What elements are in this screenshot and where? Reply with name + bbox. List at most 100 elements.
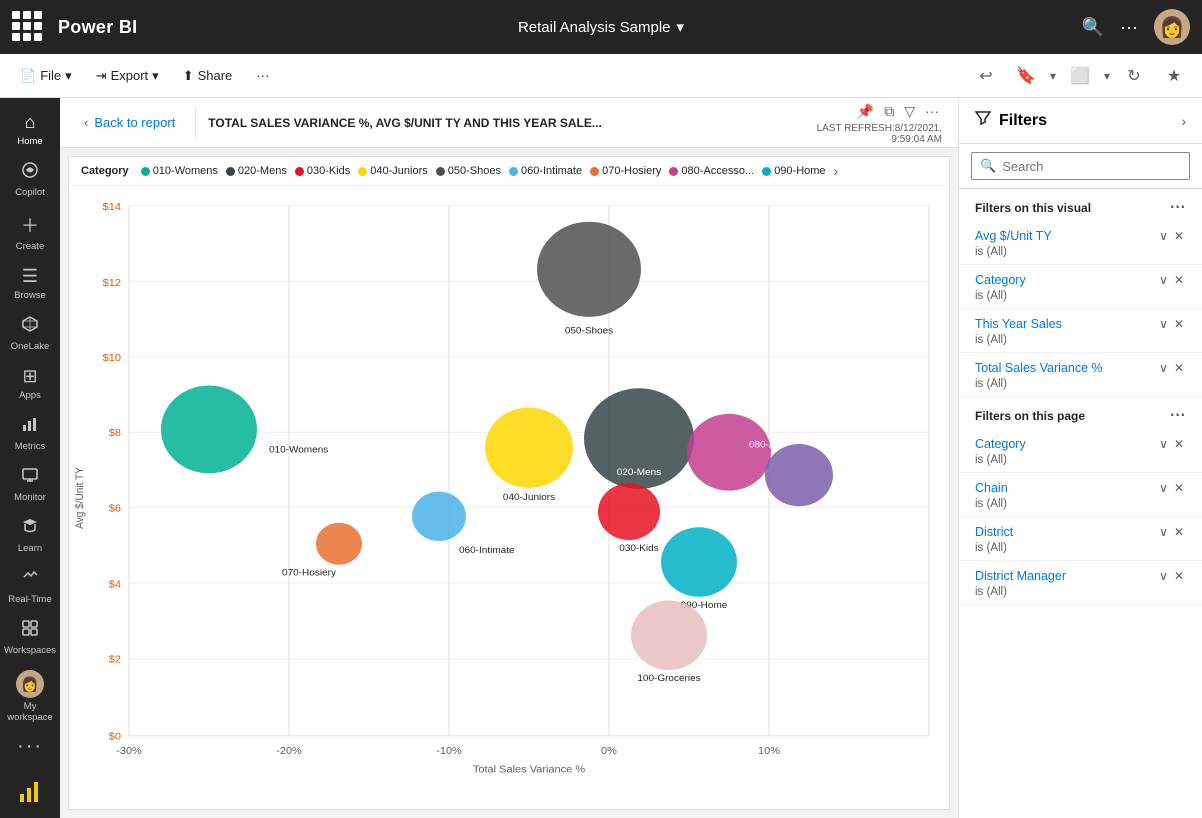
- filter-category-page-clear[interactable]: ✕: [1172, 435, 1186, 453]
- bubble-kids[interactable]: [598, 483, 660, 540]
- export-icon: ⇥: [96, 68, 107, 84]
- bubble-home[interactable]: [661, 527, 737, 597]
- sidebar-item-more[interactable]: ···: [4, 729, 56, 764]
- header-more-icon[interactable]: ···: [922, 100, 942, 123]
- sidebar-item-metrics[interactable]: Metrics: [4, 409, 56, 458]
- svg-text:-10%: -10%: [436, 746, 462, 757]
- visual-filters-more-icon[interactable]: ···: [1170, 199, 1186, 217]
- filter-chain[interactable]: Chain ∨ ✕ is (All): [959, 473, 1202, 517]
- bookmark-button[interactable]: 🔖: [1010, 60, 1042, 92]
- filter-avg-unit-ty[interactable]: Avg $/Unit TY ∨ ✕ is (All): [959, 221, 1202, 265]
- export-chevron-icon: ▾: [152, 68, 159, 84]
- bubble-purple[interactable]: [765, 444, 833, 506]
- filter-district-chevron[interactable]: ∨: [1157, 523, 1170, 541]
- legend-more-icon[interactable]: ›: [834, 163, 839, 179]
- filter-category-visual-chevron[interactable]: ∨: [1157, 271, 1170, 289]
- sidebar-item-onelake[interactable]: OneLake: [4, 309, 56, 358]
- legend-item-womens[interactable]: 010-Womens: [141, 165, 218, 177]
- page-filters-title: Filters on this page: [975, 409, 1085, 423]
- header-divider: [195, 108, 196, 138]
- filter-this-year-sales-chevron[interactable]: ∨: [1157, 315, 1170, 333]
- filters-search-box[interactable]: 🔍: [971, 152, 1190, 180]
- legend-item-juniors[interactable]: 040-Juniors: [358, 165, 427, 177]
- legend-item-intimate[interactable]: 060-Intimate: [509, 165, 582, 177]
- filter-category-page[interactable]: Category ∨ ✕ is (All): [959, 429, 1202, 473]
- filter-total-sales-variance-clear[interactable]: ✕: [1172, 359, 1186, 377]
- bubble-groceries[interactable]: [631, 600, 707, 670]
- refresh-button[interactable]: ↻: [1118, 60, 1150, 92]
- filter-district-manager[interactable]: District Manager ∨ ✕ is (All): [959, 561, 1202, 605]
- filter-this-year-sales[interactable]: This Year Sales ∨ ✕ is (All): [959, 309, 1202, 353]
- legend-dot-home: [762, 167, 771, 176]
- sidebar-item-copilot[interactable]: Copilot: [4, 155, 56, 204]
- export-button[interactable]: ⇥ Export ▾: [88, 64, 167, 88]
- filter-this-year-sales-clear[interactable]: ✕: [1172, 315, 1186, 333]
- title-chevron-icon[interactable]: ▾: [677, 18, 685, 36]
- filter-total-sales-variance[interactable]: Total Sales Variance % ∨ ✕ is (All): [959, 353, 1202, 397]
- export-label: Export: [111, 68, 149, 83]
- sidebar-item-monitor[interactable]: Monitor: [4, 460, 56, 509]
- sidebar-item-learn[interactable]: Learn: [4, 511, 56, 560]
- filters-search-input[interactable]: [1002, 159, 1181, 174]
- legend-item-mens[interactable]: 020-Mens: [226, 165, 287, 177]
- filter-total-sales-variance-chevron[interactable]: ∨: [1157, 359, 1170, 377]
- filter-avg-unit-ty-clear[interactable]: ✕: [1172, 227, 1186, 245]
- sidebar-item-my-workspace[interactable]: 👩 My workspace: [4, 664, 56, 729]
- legend-item-hosiery[interactable]: 070-Hosiery: [590, 165, 661, 177]
- sidebar-item-workspaces[interactable]: Workspaces: [4, 613, 56, 662]
- filter-district-manager-clear[interactable]: ✕: [1172, 567, 1186, 585]
- filter-district-manager-chevron[interactable]: ∨: [1157, 567, 1170, 585]
- bubble-shoes[interactable]: [537, 222, 641, 317]
- copy-icon[interactable]: ⧉: [881, 100, 897, 123]
- bubble-hosiery[interactable]: [316, 523, 362, 565]
- bubble-accessories[interactable]: [687, 414, 771, 491]
- report-area: ‹ Back to report TOTAL SALES VARIANCE %,…: [60, 98, 958, 818]
- sidebar-item-create[interactable]: ＋ Create: [4, 206, 56, 258]
- legend-dot-hosiery: [590, 167, 599, 176]
- svg-text:Total Sales Variance %: Total Sales Variance %: [473, 764, 585, 775]
- filter-district-clear[interactable]: ✕: [1172, 523, 1186, 541]
- svg-text:10%: 10%: [758, 746, 780, 757]
- copilot-icon: [21, 161, 39, 184]
- sidebar-item-realtime[interactable]: Real-Time: [4, 562, 56, 611]
- sidebar-workspaces-label: Workspaces: [4, 645, 56, 656]
- filter-avg-unit-ty-chevron[interactable]: ∨: [1157, 227, 1170, 245]
- filter-chain-chevron[interactable]: ∨: [1157, 479, 1170, 497]
- pin-icon[interactable]: 📌: [854, 100, 877, 123]
- svg-text:070-Hosiery: 070-Hosiery: [282, 568, 336, 578]
- chart-container: Category 010-Womens 020-Mens 030-Kids 04…: [68, 156, 950, 810]
- filter-total-sales-variance-value: is (All): [975, 378, 1186, 390]
- toolbar-more-button[interactable]: ···: [248, 64, 277, 87]
- page-filters-more-icon[interactable]: ···: [1170, 407, 1186, 425]
- legend-item-home[interactable]: 090-Home: [762, 165, 825, 177]
- filters-panel-toggle[interactable]: ›: [1181, 113, 1186, 129]
- filter-chain-name: Chain: [975, 481, 1008, 495]
- filter-district[interactable]: District ∨ ✕ is (All): [959, 517, 1202, 561]
- sidebar-item-home[interactable]: ⌂ Home: [4, 106, 56, 153]
- more-options-icon[interactable]: ···: [1120, 17, 1138, 38]
- filter-category-visual[interactable]: Category ∨ ✕ is (All): [959, 265, 1202, 309]
- waffle-menu[interactable]: [12, 11, 44, 43]
- filter-icon[interactable]: ▽: [901, 100, 918, 123]
- sidebar-item-browse[interactable]: ☰ Browse: [4, 260, 56, 307]
- sidebar-item-apps[interactable]: ⊞ Apps: [4, 360, 56, 407]
- share-button[interactable]: ⬆ Share: [175, 64, 241, 88]
- legend-item-shoes[interactable]: 050-Shoes: [436, 165, 501, 177]
- search-icon[interactable]: 🔍: [1082, 17, 1104, 38]
- filter-category-page-chevron[interactable]: ∨: [1157, 435, 1170, 453]
- filter-chain-clear[interactable]: ✕: [1172, 479, 1186, 497]
- legend-item-accessories[interactable]: 080-Accesso...: [669, 165, 754, 177]
- file-button[interactable]: 📄 File ▾: [12, 64, 80, 88]
- user-avatar[interactable]: 👩: [1154, 9, 1190, 45]
- back-to-report-button[interactable]: ‹ Back to report: [76, 111, 183, 134]
- legend-item-kids[interactable]: 030-Kids: [295, 165, 350, 177]
- favorite-button[interactable]: ★: [1158, 60, 1190, 92]
- view-button[interactable]: ⬜: [1064, 60, 1096, 92]
- bubble-womens[interactable]: [161, 385, 257, 473]
- filter-category-visual-clear[interactable]: ✕: [1172, 271, 1186, 289]
- svg-text:-20%: -20%: [276, 746, 302, 757]
- undo-button[interactable]: ↩: [970, 60, 1002, 92]
- bubble-juniors[interactable]: [485, 407, 573, 487]
- workspaces-icon: [21, 619, 39, 642]
- bubble-intimate[interactable]: [412, 492, 466, 541]
